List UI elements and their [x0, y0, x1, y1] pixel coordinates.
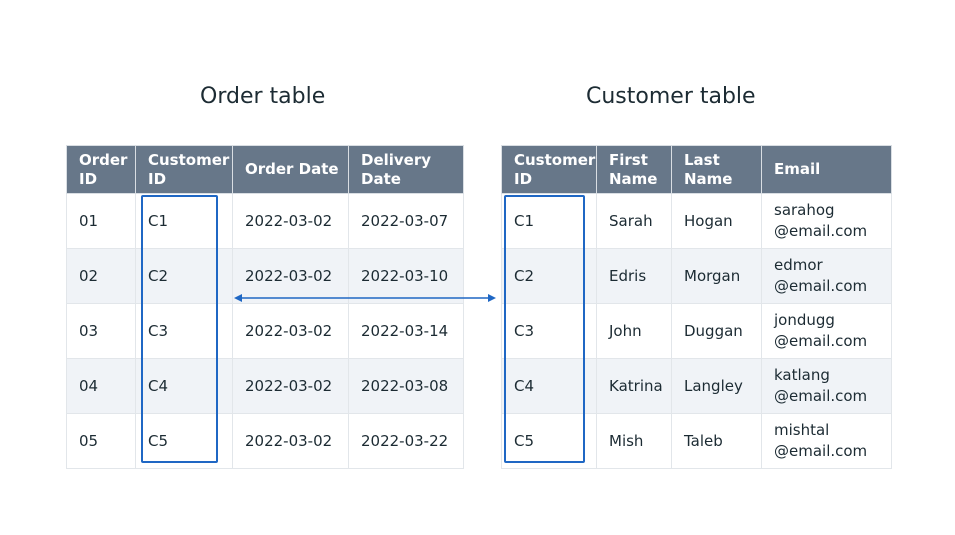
table-cell: C1 — [135, 193, 233, 249]
table-cell: 2022-03-02 — [232, 193, 349, 249]
order-table-title: Order table — [200, 84, 326, 109]
order-table: Order ID Customer ID Order Date Delivery Date … — [66, 145, 464, 469]
table-row: C1 Sarah Hogan sarahog @email.com — [501, 193, 892, 249]
table-cell: Katrina — [596, 358, 672, 414]
table-cell: C4 — [135, 358, 233, 414]
table-cell: C4 — [501, 358, 597, 414]
order-table-body: 01 C1 2022-03-02 2022-03-07 02 C2 2022-03-02 20… — [66, 193, 464, 469]
order-table-header-cell: Order ID — [66, 145, 136, 194]
table-row: C2 Edris Morgan edmor @email.com — [501, 248, 892, 304]
customer-table-body: C1 Sarah Hogan sarahog @email.com C2 Edris Morg… — [501, 193, 892, 469]
table-cell: John — [596, 303, 672, 359]
table-cell: 03 — [66, 303, 136, 359]
table-cell: 2022-03-02 — [232, 358, 349, 414]
table-cell: Morgan — [671, 248, 762, 304]
customer-table-title: Customer table — [586, 84, 756, 109]
table-cell: C1 — [501, 193, 597, 249]
table-cell: 2022-03-02 — [232, 303, 349, 359]
table-cell: Duggan — [671, 303, 762, 359]
table-cell: C2 — [135, 248, 233, 304]
table-cell: 2022-03-02 — [232, 413, 349, 469]
customer-table-header-cell: Email — [761, 145, 892, 194]
table-row: C4 Katrina Langley katlang @email.com — [501, 358, 892, 414]
order-table-header-row: Order ID Customer ID Order Date Delivery Date — [66, 145, 464, 194]
table-cell: Edris — [596, 248, 672, 304]
customer-table-header-cell: Last Name — [671, 145, 762, 194]
table-cell: 2022-03-07 — [348, 193, 464, 249]
table-cell: 2022-03-08 — [348, 358, 464, 414]
table-cell: Sarah — [596, 193, 672, 249]
relationship-double-arrow-icon — [234, 294, 496, 302]
table-cell: Langley — [671, 358, 762, 414]
customer-table-header-row: Customer ID First Name Last Name Email — [501, 145, 892, 194]
table-cell: Hogan — [671, 193, 762, 249]
table-cell: Taleb — [671, 413, 762, 469]
table-cell: sarahog @email.com — [761, 193, 892, 249]
table-cell: C5 — [501, 413, 597, 469]
table-cell: C3 — [135, 303, 233, 359]
table-row: 01 C1 2022-03-02 2022-03-07 — [66, 193, 464, 249]
order-table-header-cell: Customer ID — [135, 145, 233, 194]
table-row: 05 C5 2022-03-02 2022-03-22 — [66, 413, 464, 469]
customer-table-header-cell: Customer ID — [501, 145, 597, 194]
order-table-header-cell: Delivery Date — [348, 145, 464, 194]
table-row: C3 John Duggan jondugg @email.com — [501, 303, 892, 359]
table-cell: mishtal @email.com — [761, 413, 892, 469]
table-cell: 2022-03-22 — [348, 413, 464, 469]
table-cell: Mish — [596, 413, 672, 469]
table-cell: jondugg @email.com — [761, 303, 892, 359]
customer-table-header-cell: First Name — [596, 145, 672, 194]
table-cell: C2 — [501, 248, 597, 304]
table-row: C5 Mish Taleb mishtal @email.com — [501, 413, 892, 469]
table-row: 04 C4 2022-03-02 2022-03-08 — [66, 358, 464, 414]
table-row: 03 C3 2022-03-02 2022-03-14 — [66, 303, 464, 359]
table-cell: C5 — [135, 413, 233, 469]
order-table-header-cell: Order Date — [232, 145, 349, 194]
customer-table: Customer ID First Name Last Name Email C1 Sarah… — [501, 145, 892, 469]
table-cell: katlang @email.com — [761, 358, 892, 414]
table-cell: 05 — [66, 413, 136, 469]
table-cell: 02 — [66, 248, 136, 304]
table-cell: 04 — [66, 358, 136, 414]
table-cell: C3 — [501, 303, 597, 359]
table-cell: edmor @email.com — [761, 248, 892, 304]
table-cell: 01 — [66, 193, 136, 249]
table-cell: 2022-03-14 — [348, 303, 464, 359]
